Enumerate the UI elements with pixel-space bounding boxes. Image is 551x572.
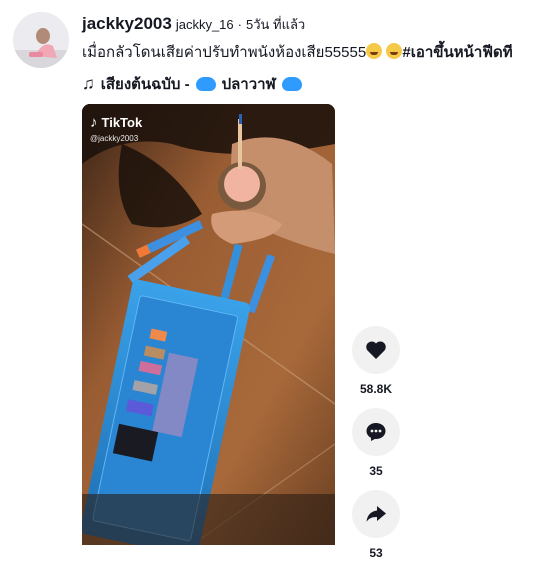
music-note-icon: ♫ xyxy=(82,74,95,93)
like-count: 58.8K xyxy=(359,382,393,396)
avatar-image xyxy=(13,12,69,68)
video-frame xyxy=(82,104,335,545)
comment-count: 35 xyxy=(369,464,383,478)
avatar[interactable] xyxy=(13,12,69,68)
separator: · xyxy=(237,17,242,32)
watermark-handle: @jackky2003 xyxy=(90,134,139,143)
post-caption: เมื่อกลัวโดนเสียค่าปรับทำพนังห้องเสีย555… xyxy=(82,42,543,64)
heart-icon xyxy=(366,341,386,359)
like-button[interactable] xyxy=(352,326,400,374)
weary-emoji-icon xyxy=(366,43,383,59)
action-bar: 58.8K 35 53 xyxy=(348,326,404,572)
laughing-emoji-icon xyxy=(386,43,403,59)
caption-text: เมื่อกลัวโดนเสียค่าปรับทำพนังห้องเสีย555… xyxy=(82,44,367,61)
comment-button[interactable] xyxy=(352,408,400,456)
author-username[interactable]: jackky2003 xyxy=(82,14,172,34)
author-nickname[interactable]: jackky_16 xyxy=(176,17,234,32)
watermark-logo-text: TikTok xyxy=(101,115,143,130)
tiktok-logo-icon: ♪ xyxy=(90,114,98,131)
like-action: 58.8K xyxy=(348,326,404,396)
share-icon xyxy=(366,506,386,522)
post-header: jackky2003 jackky_16 · 5วัน ที่แล้ว เมื่… xyxy=(82,14,543,96)
share-action: 53 xyxy=(348,490,404,560)
share-button[interactable] xyxy=(352,490,400,538)
comment-action: 35 xyxy=(348,408,404,478)
music-title: เสียงต้นฉบับ - xyxy=(100,76,190,93)
comment-icon xyxy=(366,423,386,441)
share-count: 53 xyxy=(369,546,383,560)
music-artist: ปลาวาฬ xyxy=(221,76,276,93)
author-row: jackky2003 jackky_16 · 5วัน ที่แล้ว xyxy=(82,14,543,35)
whale-emoji-icon xyxy=(195,77,216,91)
whale-emoji-icon xyxy=(281,77,302,91)
tiktok-watermark: ♪ TikTok @jackky2003 xyxy=(90,114,142,143)
post-time: 5วัน ที่แล้ว xyxy=(245,17,306,32)
video-player[interactable]: ♪ TikTok @jackky2003 xyxy=(82,104,335,545)
hashtag-link[interactable]: #เอาขึ้นหน้าฟีดที xyxy=(402,44,512,61)
music-link[interactable]: ♫ เสียงต้นฉบับ - ปลาวาฬ xyxy=(82,72,543,96)
watermark-logo: ♪ TikTok xyxy=(90,114,142,131)
